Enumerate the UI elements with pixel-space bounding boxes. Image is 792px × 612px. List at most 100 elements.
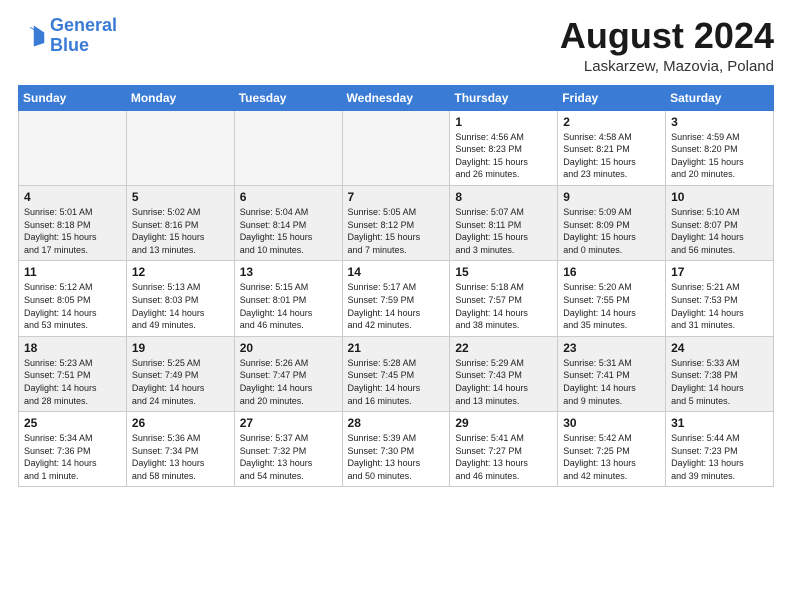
cell-3-3: 21Sunrise: 5:28 AM Sunset: 7:45 PM Dayli… xyxy=(342,336,450,411)
day-number: 1 xyxy=(455,115,552,129)
cell-1-6: 10Sunrise: 5:10 AM Sunset: 8:07 PM Dayli… xyxy=(666,185,774,260)
cell-2-5: 16 Sunrise: 5:20 AM Sunset: 7:55 PM Dayli… xyxy=(558,261,666,336)
day-number: 4 xyxy=(24,190,121,204)
day-info: Sunrise: 5:36 AM Sunset: 7:34 PM Dayligh… xyxy=(132,432,229,482)
logo-icon xyxy=(18,22,46,50)
cell-2-4: 15 Sunrise: 5:18 AM Sunset: 7:57 PM Dayli… xyxy=(450,261,558,336)
cell-0-0 xyxy=(19,110,127,185)
day-number: 18 xyxy=(24,341,121,355)
day-info: Sunrise: 5:29 AM Sunset: 7:43 PM Dayligh… xyxy=(455,357,552,407)
day-info: Sunrise: 5:39 AM Sunset: 7:30 PM Dayligh… xyxy=(348,432,445,482)
col-thursday: Thursday xyxy=(450,85,558,110)
cell-0-1 xyxy=(126,110,234,185)
day-info: Sunrise: 5:01 AM Sunset: 8:18 PM Dayligh… xyxy=(24,206,121,256)
day-number: 12 xyxy=(132,265,229,279)
cell-2-6: 17 Sunrise: 5:21 AM Sunset: 7:53 PM Dayli… xyxy=(666,261,774,336)
day-number: 8 xyxy=(455,190,552,204)
cell-0-6: 3 Sunrise: 4:59 AM Sunset: 8:20 PM Daylig… xyxy=(666,110,774,185)
day-number: 2 xyxy=(563,115,660,129)
month-title: August 2024 xyxy=(560,16,774,56)
day-info: Sunrise: 5:33 AM Sunset: 7:38 PM Dayligh… xyxy=(671,357,768,407)
day-number: 6 xyxy=(240,190,337,204)
day-number: 23 xyxy=(563,341,660,355)
day-number: 17 xyxy=(671,265,768,279)
day-number: 26 xyxy=(132,416,229,430)
day-info: Sunrise: 5:18 AM Sunset: 7:57 PM Dayligh… xyxy=(455,281,552,331)
logo-line2: Blue xyxy=(50,35,89,55)
cell-4-6: 31 Sunrise: 5:44 AM Sunset: 7:23 PM Dayli… xyxy=(666,412,774,487)
day-info: Sunrise: 5:23 AM Sunset: 7:51 PM Dayligh… xyxy=(24,357,121,407)
day-info: Sunrise: 5:21 AM Sunset: 7:53 PM Dayligh… xyxy=(671,281,768,331)
day-number: 28 xyxy=(348,416,445,430)
cell-3-2: 20 Sunrise: 5:26 AM Sunset: 7:47 PM Dayli… xyxy=(234,336,342,411)
day-number: 24 xyxy=(671,341,768,355)
cell-2-0: 11 Sunrise: 5:12 AM Sunset: 8:05 PM Dayli… xyxy=(19,261,127,336)
cell-3-1: 19Sunrise: 5:25 AM Sunset: 7:49 PM Dayli… xyxy=(126,336,234,411)
day-info: Sunrise: 5:05 AM Sunset: 8:12 PM Dayligh… xyxy=(348,206,445,256)
cell-3-6: 24 Sunrise: 5:33 AM Sunset: 7:38 PM Dayli… xyxy=(666,336,774,411)
day-number: 29 xyxy=(455,416,552,430)
day-number: 3 xyxy=(671,115,768,129)
cell-1-5: 9 Sunrise: 5:09 AM Sunset: 8:09 PM Daylig… xyxy=(558,185,666,260)
cell-4-3: 28 Sunrise: 5:39 AM Sunset: 7:30 PM Dayli… xyxy=(342,412,450,487)
day-number: 20 xyxy=(240,341,337,355)
day-number: 11 xyxy=(24,265,121,279)
cell-1-0: 4 Sunrise: 5:01 AM Sunset: 8:18 PM Daylig… xyxy=(19,185,127,260)
day-info: Sunrise: 5:28 AM Sunset: 7:45 PM Dayligh… xyxy=(348,357,445,407)
cell-2-3: 14 Sunrise: 5:17 AM Sunset: 7:59 PM Dayli… xyxy=(342,261,450,336)
cell-4-1: 26 Sunrise: 5:36 AM Sunset: 7:34 PM Dayli… xyxy=(126,412,234,487)
day-number: 14 xyxy=(348,265,445,279)
day-number: 27 xyxy=(240,416,337,430)
col-tuesday: Tuesday xyxy=(234,85,342,110)
cell-2-1: 12 Sunrise: 5:13 AM Sunset: 8:03 PM Dayli… xyxy=(126,261,234,336)
col-monday: Monday xyxy=(126,85,234,110)
day-info: Sunrise: 5:07 AM Sunset: 8:11 PM Dayligh… xyxy=(455,206,552,256)
day-number: 30 xyxy=(563,416,660,430)
day-info: Sunrise: 5:41 AM Sunset: 7:27 PM Dayligh… xyxy=(455,432,552,482)
week-row-5: 25Sunrise: 5:34 AM Sunset: 7:36 PM Dayli… xyxy=(19,412,774,487)
logo-text: General Blue xyxy=(50,16,117,56)
cell-1-1: 5Sunrise: 5:02 AM Sunset: 8:16 PM Daylig… xyxy=(126,185,234,260)
day-info: Sunrise: 5:13 AM Sunset: 8:03 PM Dayligh… xyxy=(132,281,229,331)
day-number: 15 xyxy=(455,265,552,279)
day-info: Sunrise: 5:02 AM Sunset: 8:16 PM Dayligh… xyxy=(132,206,229,256)
header: General Blue August 2024 Laskarzew, Mazo… xyxy=(18,16,774,75)
cell-0-2 xyxy=(234,110,342,185)
day-info: Sunrise: 4:58 AM Sunset: 8:21 PM Dayligh… xyxy=(563,131,660,181)
logo: General Blue xyxy=(18,16,117,56)
cell-1-3: 7 Sunrise: 5:05 AM Sunset: 8:12 PM Daylig… xyxy=(342,185,450,260)
day-info: Sunrise: 5:44 AM Sunset: 7:23 PM Dayligh… xyxy=(671,432,768,482)
cell-4-4: 29 Sunrise: 5:41 AM Sunset: 7:27 PM Dayli… xyxy=(450,412,558,487)
header-row: Sunday Monday Tuesday Wednesday Thursday… xyxy=(19,85,774,110)
day-info: Sunrise: 5:09 AM Sunset: 8:09 PM Dayligh… xyxy=(563,206,660,256)
week-row-1: 1Sunrise: 4:56 AM Sunset: 8:23 PM Daylig… xyxy=(19,110,774,185)
cell-4-0: 25Sunrise: 5:34 AM Sunset: 7:36 PM Dayli… xyxy=(19,412,127,487)
day-info: Sunrise: 5:20 AM Sunset: 7:55 PM Dayligh… xyxy=(563,281,660,331)
cell-0-5: 2 Sunrise: 4:58 AM Sunset: 8:21 PM Daylig… xyxy=(558,110,666,185)
day-number: 9 xyxy=(563,190,660,204)
week-row-2: 4 Sunrise: 5:01 AM Sunset: 8:18 PM Daylig… xyxy=(19,185,774,260)
week-row-3: 11 Sunrise: 5:12 AM Sunset: 8:05 PM Dayli… xyxy=(19,261,774,336)
day-info: Sunrise: 5:31 AM Sunset: 7:41 PM Dayligh… xyxy=(563,357,660,407)
day-number: 7 xyxy=(348,190,445,204)
cell-4-2: 27Sunrise: 5:37 AM Sunset: 7:32 PM Dayli… xyxy=(234,412,342,487)
day-info: Sunrise: 5:34 AM Sunset: 7:36 PM Dayligh… xyxy=(24,432,121,482)
day-info: Sunrise: 5:17 AM Sunset: 7:59 PM Dayligh… xyxy=(348,281,445,331)
cell-1-4: 8 Sunrise: 5:07 AM Sunset: 8:11 PM Daylig… xyxy=(450,185,558,260)
day-info: Sunrise: 5:26 AM Sunset: 7:47 PM Dayligh… xyxy=(240,357,337,407)
day-info: Sunrise: 4:59 AM Sunset: 8:20 PM Dayligh… xyxy=(671,131,768,181)
day-info: Sunrise: 5:42 AM Sunset: 7:25 PM Dayligh… xyxy=(563,432,660,482)
cell-3-0: 18 Sunrise: 5:23 AM Sunset: 7:51 PM Dayli… xyxy=(19,336,127,411)
cell-0-4: 1Sunrise: 4:56 AM Sunset: 8:23 PM Daylig… xyxy=(450,110,558,185)
day-info: Sunrise: 5:10 AM Sunset: 8:07 PM Dayligh… xyxy=(671,206,768,256)
col-sunday: Sunday xyxy=(19,85,127,110)
day-number: 31 xyxy=(671,416,768,430)
day-number: 22 xyxy=(455,341,552,355)
day-info: Sunrise: 5:15 AM Sunset: 8:01 PM Dayligh… xyxy=(240,281,337,331)
day-number: 16 xyxy=(563,265,660,279)
day-info: Sunrise: 5:12 AM Sunset: 8:05 PM Dayligh… xyxy=(24,281,121,331)
cell-1-2: 6Sunrise: 5:04 AM Sunset: 8:14 PM Daylig… xyxy=(234,185,342,260)
col-saturday: Saturday xyxy=(666,85,774,110)
page: General Blue August 2024 Laskarzew, Mazo… xyxy=(0,0,792,612)
cell-4-5: 30 Sunrise: 5:42 AM Sunset: 7:25 PM Dayli… xyxy=(558,412,666,487)
